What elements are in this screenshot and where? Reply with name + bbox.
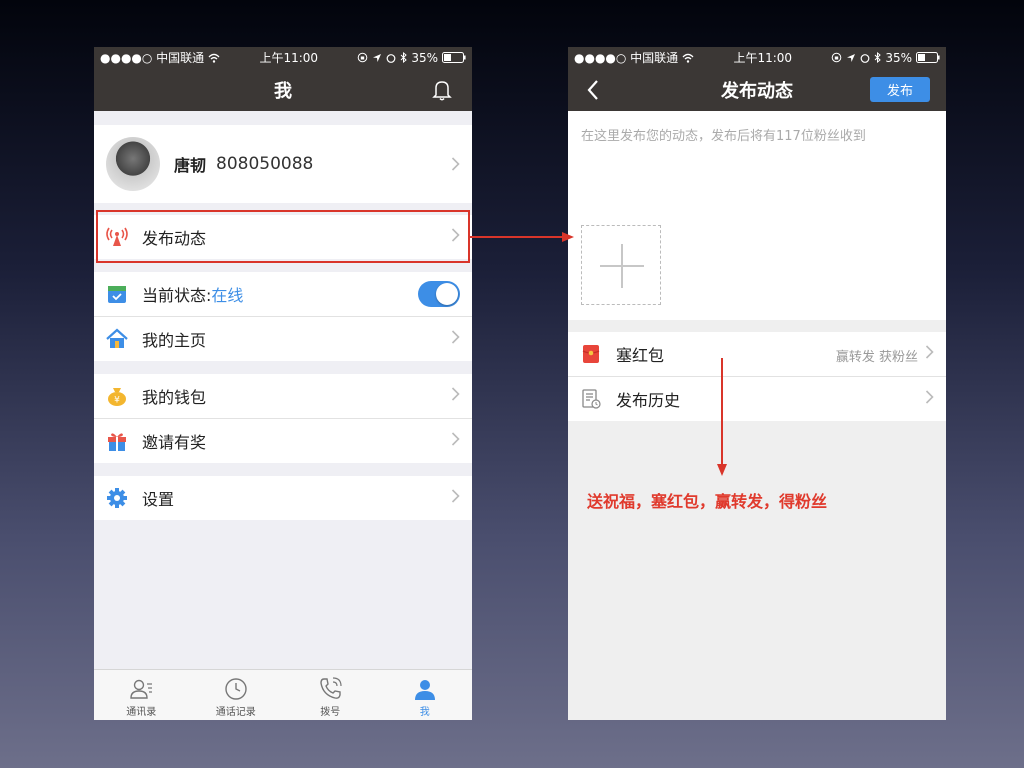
profile-id: 808050088 (216, 154, 314, 174)
calendar-icon (106, 283, 128, 305)
publish-history-row[interactable]: 发布历史 (568, 377, 946, 421)
profile-card[interactable]: 唐韧 808050088 (94, 125, 472, 203)
invite-row[interactable]: 邀请有奖 (94, 419, 472, 463)
clock: 上午11:00 (259, 51, 319, 65)
chevron-right-icon (451, 330, 460, 344)
wallet-label: 我的钱包 (142, 388, 207, 407)
tab-contacts[interactable]: 通讯录 (94, 670, 189, 720)
location-icon (373, 53, 382, 62)
phone-icon (320, 677, 342, 699)
wallet-row[interactable]: ¥ 我的钱包 (94, 374, 472, 418)
tab-dialer[interactable]: 拨号 (283, 670, 378, 720)
homepage-row[interactable]: 我的主页 (94, 317, 472, 361)
alarm-icon (860, 53, 870, 63)
page-title: 我 (274, 80, 292, 102)
history-list-icon (580, 388, 602, 410)
battery-percent: 35% (411, 50, 438, 65)
chevron-right-icon (451, 432, 460, 446)
red-packet-label: 塞红包 (616, 346, 665, 365)
wifi-icon (208, 53, 220, 63)
page-title: 发布动态 (721, 80, 793, 102)
publish-history-label: 发布历史 (616, 391, 681, 410)
tab-call-history[interactable]: 通话记录 (189, 670, 284, 720)
clock: 上午11:00 (733, 51, 793, 65)
invite-label: 邀请有奖 (142, 433, 207, 452)
gear-icon (106, 487, 128, 509)
wifi-icon (682, 53, 694, 63)
phone-publish-screen: ●●●●○ 中国联通 上午11:00 35% 发布动态 发布 在这里发布您的动态… (568, 47, 946, 720)
location-icon (847, 53, 856, 62)
tab-dialer-label: 拨号 (320, 707, 341, 718)
status-bar: ●●●●○ 中国联通 上午11:00 35% (94, 47, 472, 68)
publish-button[interactable]: 发布 (870, 77, 930, 102)
back-arrow-icon[interactable] (586, 79, 600, 101)
compose-area[interactable]: 在这里发布您的动态，发布后将有117位粉丝收到 (568, 111, 946, 320)
clock-icon (225, 678, 247, 700)
orientation-lock-icon (358, 52, 368, 63)
add-photo-button[interactable] (581, 225, 661, 305)
red-packet-subtitle: 赢转发 获粉丝 (835, 350, 918, 365)
orientation-lock-icon (832, 52, 842, 63)
bluetooth-icon (400, 52, 408, 63)
annotation-text: 送祝福，塞红包，赢转发，得粉丝 (587, 492, 828, 511)
chevron-right-icon (451, 489, 460, 503)
status-label: 当前状态: (142, 286, 212, 305)
svg-text:¥: ¥ (114, 396, 120, 406)
tab-me-label: 我 (419, 707, 430, 718)
chevron-right-icon (451, 157, 460, 171)
carrier-label: ●●●●○ 中国联通 (100, 51, 205, 65)
settings-label: 设置 (142, 490, 175, 509)
compose-placeholder: 在这里发布您的动态，发布后将有117位粉丝收到 (581, 129, 866, 144)
online-toggle[interactable] (418, 281, 460, 307)
red-packet-row[interactable]: 塞红包 赢转发 获粉丝 (568, 332, 946, 376)
profile-name: 唐韧 (174, 156, 207, 175)
battery-icon (442, 52, 466, 63)
tab-call-history-label: 通话记录 (215, 707, 256, 718)
bell-icon[interactable] (432, 79, 452, 101)
phone-me-screen: ●●●●○ 中国联通 上午11:00 35% 我 唐韧 808050088 发布… (94, 47, 472, 720)
red-packet-icon (580, 343, 602, 365)
battery-percent: 35% (885, 50, 912, 65)
alarm-icon (386, 53, 396, 63)
tab-me[interactable]: 我 (378, 670, 473, 720)
status-row: 当前状态: 在线 (94, 272, 472, 316)
homepage-label: 我的主页 (142, 331, 207, 350)
chevron-right-icon (925, 390, 934, 404)
person-icon (414, 680, 435, 700)
bluetooth-icon (874, 52, 882, 63)
money-bag-icon: ¥ (106, 385, 128, 407)
highlight-box (96, 210, 470, 263)
gift-icon (106, 430, 128, 452)
tab-contacts-label: 通讯录 (126, 707, 157, 718)
contacts-icon (130, 679, 153, 699)
home-icon (106, 328, 128, 350)
battery-icon (916, 52, 940, 63)
chevron-right-icon (925, 345, 934, 359)
chevron-right-icon (451, 387, 460, 401)
nav-bar: 我 (94, 68, 472, 111)
carrier-label: ●●●●○ 中国联通 (574, 51, 679, 65)
tab-bar: 通讯录 通话记录 拨号 我 (94, 669, 472, 720)
status-value: 在线 (211, 286, 244, 305)
settings-row[interactable]: 设置 (94, 476, 472, 520)
status-bar: ●●●●○ 中国联通 上午11:00 35% (568, 47, 946, 68)
avatar (106, 137, 160, 191)
nav-bar: 发布动态 发布 (568, 68, 946, 111)
